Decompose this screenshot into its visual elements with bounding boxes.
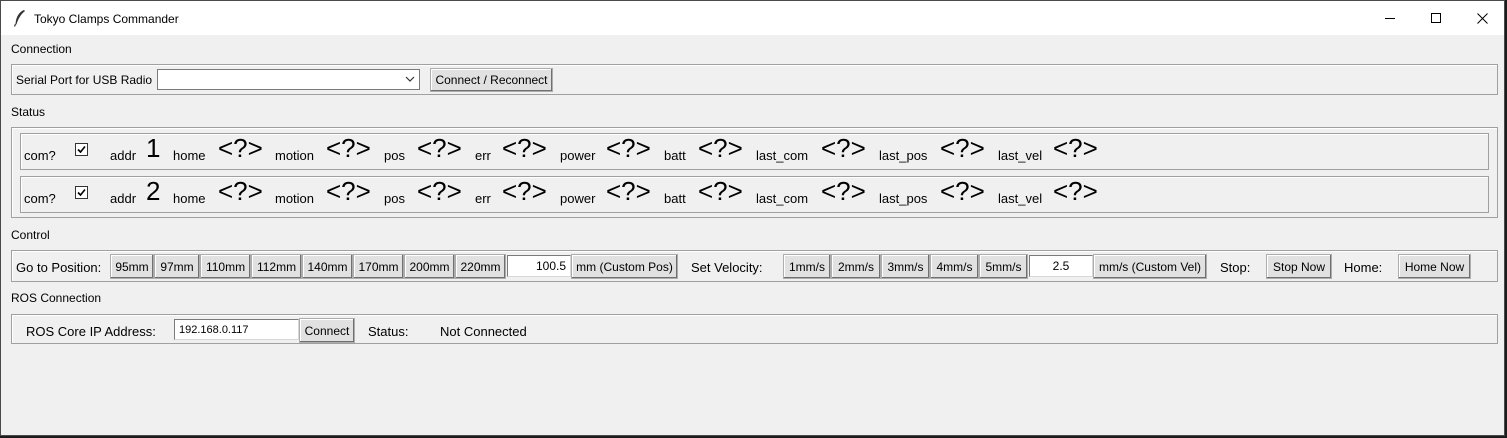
com-label: com?	[24, 148, 56, 163]
err-label: err	[475, 148, 491, 163]
stop-now-button[interactable]: Stop Now	[1266, 254, 1332, 279]
custom-position-button[interactable]: mm (Custom Pos)	[571, 254, 678, 279]
com-label: com?	[24, 191, 56, 206]
last-pos-value: <?>	[940, 176, 985, 206]
power-label: power	[560, 148, 596, 163]
feather-icon	[13, 10, 25, 27]
serial-port-dropdown[interactable]	[157, 69, 420, 90]
status-frame: com? addr 1 home <?> motion <?> pos <?> …	[11, 127, 1498, 218]
com-checkbox[interactable]	[75, 186, 88, 199]
pos-value: <?>	[417, 176, 462, 206]
motion-label: motion	[275, 191, 315, 206]
home-now-button[interactable]: Home Now	[1398, 254, 1471, 279]
maximize-button[interactable]	[1413, 1, 1459, 35]
home-label: Home:	[1344, 260, 1383, 275]
batt-value: <?>	[698, 176, 743, 206]
batt-label: batt	[664, 148, 686, 163]
ros-frame: ROS Core IP Address: Connect Status: Not…	[11, 314, 1498, 344]
pos-value: <?>	[417, 133, 462, 163]
addr-label: addr	[110, 191, 137, 206]
checkmark-icon	[77, 188, 86, 197]
last-vel-value: <?>	[1053, 133, 1098, 163]
ros-ip-label: ROS Core IP Address:	[26, 324, 156, 339]
last-vel-value: <?>	[1053, 176, 1098, 206]
position-112mm-button[interactable]: 112mm	[251, 254, 302, 279]
serial-port-label: Serial Port for USB Radio	[16, 73, 153, 87]
motion-value: <?>	[326, 133, 371, 163]
title-bar[interactable]: Tokyo Clamps Commander	[1, 1, 1504, 35]
velocity-2mms-button[interactable]: 2mm/s	[831, 254, 881, 279]
home-value: <?>	[218, 133, 263, 163]
last-pos-label: last_pos	[879, 191, 928, 206]
position-220mm-button[interactable]: 220mm	[455, 254, 506, 279]
last-pos-value: <?>	[940, 133, 985, 163]
err-value: <?>	[502, 176, 547, 206]
custom-position-input[interactable]	[507, 255, 571, 277]
power-label: power	[560, 191, 596, 206]
goto-position-label: Go to Position:	[16, 260, 102, 275]
status-row: com? addr 2 home <?> motion <?> pos <?> …	[20, 176, 1489, 213]
close-icon	[1476, 12, 1488, 24]
ros-ip-input[interactable]	[174, 319, 299, 340]
power-value: <?>	[606, 176, 651, 206]
status-row: com? addr 1 home <?> motion <?> pos <?> …	[20, 133, 1489, 170]
control-frame: Go to Position: 95mm 97mm 110mm 112mm 14…	[11, 250, 1498, 282]
close-button[interactable]	[1459, 1, 1505, 35]
position-200mm-button[interactable]: 200mm	[404, 254, 455, 279]
velocity-3mms-button[interactable]: 3mm/s	[881, 254, 930, 279]
addr-label: addr	[110, 148, 137, 163]
control-section-label: Control	[11, 228, 50, 242]
velocity-4mms-button[interactable]: 4mm/s	[930, 254, 979, 279]
connect-reconnect-button[interactable]: Connect / Reconnect	[430, 68, 553, 92]
last-vel-label: last_vel	[998, 191, 1043, 206]
app-window: Tokyo Clamps Commander Connection Serial…	[0, 0, 1505, 436]
minimize-button[interactable]	[1367, 1, 1413, 35]
ros-section-label: ROS Connection	[11, 291, 102, 305]
last-vel-label: last_vel	[998, 148, 1043, 163]
velocity-1mms-button[interactable]: 1mm/s	[783, 254, 831, 279]
power-value: <?>	[606, 133, 651, 163]
position-95mm-button[interactable]: 95mm	[110, 254, 154, 279]
status-section-label: Status	[11, 105, 46, 119]
addr-value: 1	[146, 133, 161, 163]
addr-value: 2	[146, 176, 161, 206]
pos-label: pos	[384, 148, 405, 163]
stop-label: Stop:	[1220, 260, 1251, 275]
err-value: <?>	[502, 133, 547, 163]
position-97mm-button[interactable]: 97mm	[154, 254, 200, 279]
ros-connect-button[interactable]: Connect	[299, 318, 355, 343]
set-velocity-label: Set Velocity:	[691, 260, 763, 275]
ros-status-label: Status:	[368, 324, 409, 339]
motion-label: motion	[275, 148, 315, 163]
velocity-5mms-button[interactable]: 5mm/s	[979, 254, 1028, 279]
custom-velocity-button[interactable]: mm/s (Custom Vel)	[1093, 254, 1207, 279]
home-label: home	[173, 148, 206, 163]
err-label: err	[475, 191, 491, 206]
last-com-value: <?>	[821, 176, 866, 206]
last-com-value: <?>	[821, 133, 866, 163]
batt-value: <?>	[698, 133, 743, 163]
position-110mm-button[interactable]: 110mm	[200, 254, 251, 279]
minimize-icon	[1385, 18, 1395, 19]
com-checkbox[interactable]	[75, 143, 88, 156]
home-label: home	[173, 191, 206, 206]
batt-label: batt	[664, 191, 686, 206]
custom-velocity-input[interactable]	[1029, 255, 1093, 277]
last-pos-label: last_pos	[879, 148, 928, 163]
connection-frame: Serial Port for USB Radio Connect / Reco…	[11, 64, 1498, 95]
last-com-label: last_com	[756, 148, 809, 163]
last-com-label: last_com	[756, 191, 809, 206]
position-170mm-button[interactable]: 170mm	[353, 254, 404, 279]
chevron-down-icon	[405, 76, 415, 82]
maximize-icon	[1431, 13, 1441, 23]
window-title: Tokyo Clamps Commander	[34, 12, 179, 26]
home-value: <?>	[218, 176, 263, 206]
pos-label: pos	[384, 191, 405, 206]
position-140mm-button[interactable]: 140mm	[302, 254, 353, 279]
ros-status-value: Not Connected	[440, 324, 527, 339]
checkmark-icon	[77, 145, 86, 154]
connection-section-label: Connection	[11, 42, 72, 56]
motion-value: <?>	[326, 176, 371, 206]
